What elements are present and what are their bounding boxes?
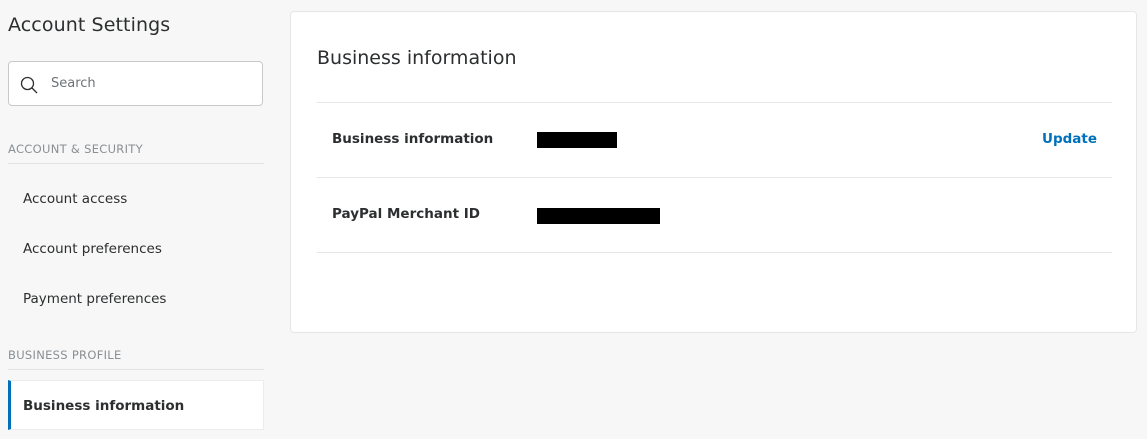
card-title: Business information [317,47,517,69]
business-information-card: Business information Business informatio… [290,11,1137,333]
sidebar-item-account-access[interactable]: Account access [8,174,264,224]
info-row-business-information: Business information Update [317,102,1112,177]
sidebar-item-business-information[interactable]: Business information [8,380,264,430]
redacted-value [537,132,617,148]
sidebar-item-payment-preferences[interactable]: Payment preferences [8,274,264,324]
settings-sidebar: Account Settings ACCOUNT & SECURITY Acco… [0,0,275,439]
info-row-merchant-id: PayPal Merchant ID [317,177,1112,253]
update-link[interactable]: Update [1042,131,1097,147]
search-input[interactable] [51,62,256,105]
redacted-value [537,208,660,224]
section-header-business-profile: BUSINESS PROFILE [8,348,264,370]
sidebar-title: Account Settings [8,14,171,36]
search-box[interactable] [8,61,263,106]
row-label: PayPal Merchant ID [332,206,480,222]
search-icon [20,76,38,94]
row-label: Business information [332,131,494,147]
section-header-account-security: ACCOUNT & SECURITY [8,142,264,164]
sidebar-item-account-preferences[interactable]: Account preferences [8,224,264,274]
